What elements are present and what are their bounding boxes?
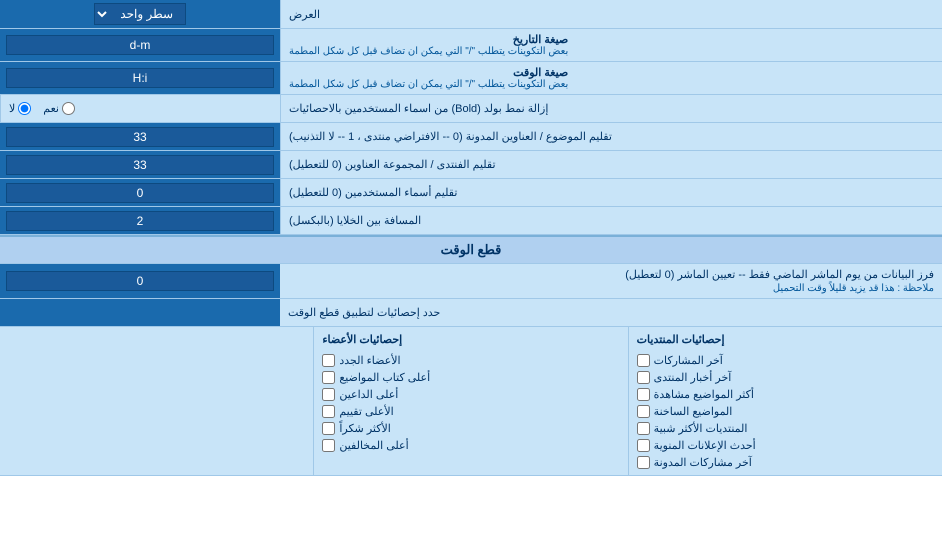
col2-item-4-checkbox[interactable] xyxy=(322,405,335,418)
topics-threads-row: تقليم الموضوع / العناوين المدونة (0 -- ا… xyxy=(0,123,942,151)
time-format-label-line2: بعض التكوينات يتطلب "/" التي يمكن ان تضا… xyxy=(289,79,568,90)
col2-member-stats: إحصائيات الأعضاء الأعضاء الجدد أعلى كتاب… xyxy=(313,327,627,475)
bold-remove-options: نعم لا xyxy=(0,95,280,122)
checkboxes-container: إحصائيات المنتديات آخر المشاركات آخر أخب… xyxy=(0,327,942,476)
bold-remove-yes-text: نعم xyxy=(43,102,59,115)
forum-group-label: تقليم الفنتدى / المجموعة العناوين (0 للت… xyxy=(280,151,942,178)
bold-remove-no-radio[interactable] xyxy=(18,102,31,115)
cutoff-days-label-line2: ملاحظة : هذا قد يزيد قليلاً وقت التحميل xyxy=(773,283,934,294)
bold-remove-label: إزالة نمط بولد (Bold) من اسماء المستخدمي… xyxy=(280,95,942,122)
date-format-label: صيغة التاريخ بعض التكوينات يتطلب "/" الت… xyxy=(280,29,942,61)
col2-item-5: الأكثر شكراً xyxy=(322,420,619,437)
date-format-label-line1: صيغة التاريخ xyxy=(289,33,568,46)
col1-item-3-label: أكثر المواضيع مشاهدة xyxy=(654,388,754,401)
bold-remove-no-text: لا xyxy=(9,102,15,115)
cutoff-days-input-cell: 0 xyxy=(0,264,280,298)
col1-item-3: أكثر المواضيع مشاهدة xyxy=(637,386,934,403)
col1-item-7: آخر مشاركات المدونة xyxy=(637,454,934,471)
col2-item-3-checkbox[interactable] xyxy=(322,388,335,401)
col2-item-1-checkbox[interactable] xyxy=(322,354,335,367)
display-select-cell: سطر واحد سطرين ثلاثة أسطر xyxy=(0,0,280,28)
col2-item-6-label: أعلى المخالفين xyxy=(339,439,408,452)
col1-item-6-label: أحدث الإعلانات المنوية xyxy=(654,439,756,452)
col1-item-6-checkbox[interactable] xyxy=(637,439,650,452)
col2-item-5-checkbox[interactable] xyxy=(322,422,335,435)
display-label: العرض xyxy=(280,0,942,28)
stats-limit-label: حدد إحصائيات لتطبيق قطع الوقت xyxy=(280,299,942,326)
col1-item-1-label: آخر المشاركات xyxy=(654,354,723,367)
col1-item-5: المنتديات الأكثر شبية xyxy=(637,420,934,437)
time-format-label: صيغة الوقت بعض التكوينات يتطلب "/" التي … xyxy=(280,62,942,94)
col2-item-1-label: الأعضاء الجدد xyxy=(339,354,400,367)
cutoff-days-label: فرز البيانات من يوم الماشر الماضي فقط --… xyxy=(280,264,942,298)
col1-item-5-label: المنتديات الأكثر شبية xyxy=(654,422,748,435)
col1-item-4: المواضيع الساخنة xyxy=(637,403,934,420)
col2-item-3-label: أعلى الداعين xyxy=(339,388,398,401)
stats-limit-right xyxy=(0,299,280,326)
col1-forum-stats: إحصائيات المنتديات آخر المشاركات آخر أخب… xyxy=(628,327,942,475)
col1-item-7-label: آخر مشاركات المدونة xyxy=(654,456,752,469)
user-names-label: تقليم أسماء المستخدمين (0 للتعطيل) xyxy=(280,179,942,206)
col2-header: إحصائيات الأعضاء xyxy=(322,331,619,348)
time-format-label-line1: صيغة الوقت xyxy=(289,66,568,79)
col1-item-1-checkbox[interactable] xyxy=(637,354,650,367)
col2-item-4: الأعلى تقييم xyxy=(322,403,619,420)
col2-item-1: الأعضاء الجدد xyxy=(322,352,619,369)
bold-remove-row: إزالة نمط بولد (Bold) من اسماء المستخدمي… xyxy=(0,95,942,123)
cutoff-days-label-line1: فرز البيانات من يوم الماشر الماضي فقط --… xyxy=(625,268,934,281)
user-names-input-cell: 0 xyxy=(0,179,280,206)
user-names-input[interactable]: 0 xyxy=(6,183,274,203)
bold-remove-yes-label[interactable]: نعم xyxy=(43,102,75,115)
bold-remove-no-label[interactable]: لا xyxy=(9,102,31,115)
col2-item-6-checkbox[interactable] xyxy=(322,439,335,452)
time-format-input-cell: H:i xyxy=(0,62,280,94)
col2-item-2: أعلى كتاب المواضيع xyxy=(322,369,619,386)
col2-item-2-checkbox[interactable] xyxy=(322,371,335,384)
date-format-input[interactable]: d-m xyxy=(6,35,274,55)
col2-item-2-label: أعلى كتاب المواضيع xyxy=(339,371,430,384)
cutoff-section-header: قطع الوقت xyxy=(0,235,942,264)
cutoff-days-input[interactable]: 0 xyxy=(6,271,274,291)
date-format-label-line2: بعض التكوينات يتطلب "/" التي يمكن ان تضا… xyxy=(289,46,568,57)
topics-threads-input-cell: 33 xyxy=(0,123,280,150)
stats-limit-row: حدد إحصائيات لتطبيق قطع الوقت xyxy=(0,299,942,327)
col1-item-1: آخر المشاركات xyxy=(637,352,934,369)
col1-item-6: أحدث الإعلانات المنوية xyxy=(637,437,934,454)
date-format-row: صيغة التاريخ بعض التكوينات يتطلب "/" الت… xyxy=(0,29,942,62)
time-format-input[interactable]: H:i xyxy=(6,68,274,88)
col1-item-7-checkbox[interactable] xyxy=(637,456,650,469)
col1-item-2-checkbox[interactable] xyxy=(637,371,650,384)
user-names-row: تقليم أسماء المستخدمين (0 للتعطيل) 0 xyxy=(0,179,942,207)
col1-item-5-checkbox[interactable] xyxy=(637,422,650,435)
display-row: العرض سطر واحد سطرين ثلاثة أسطر xyxy=(0,0,942,29)
bold-remove-yes-radio[interactable] xyxy=(62,102,75,115)
cell-spacing-input-cell: 2 xyxy=(0,207,280,234)
col2-item-5-label: الأكثر شكراً xyxy=(339,422,390,435)
col1-item-3-checkbox[interactable] xyxy=(637,388,650,401)
date-format-input-cell: d-m xyxy=(0,29,280,61)
col2-item-6: أعلى المخالفين xyxy=(322,437,619,454)
forum-group-input-cell: 33 xyxy=(0,151,280,178)
forum-group-row: تقليم الفنتدى / المجموعة العناوين (0 للت… xyxy=(0,151,942,179)
cell-spacing-input[interactable]: 2 xyxy=(6,211,274,231)
cutoff-days-row: فرز البيانات من يوم الماشر الماضي فقط --… xyxy=(0,264,942,299)
col1-item-4-checkbox[interactable] xyxy=(637,405,650,418)
time-format-row: صيغة الوقت بعض التكوينات يتطلب "/" التي … xyxy=(0,62,942,95)
forum-group-input[interactable]: 33 xyxy=(6,155,274,175)
col3-empty xyxy=(0,327,313,475)
col1-header: إحصائيات المنتديات xyxy=(637,331,934,348)
col2-item-4-label: الأعلى تقييم xyxy=(339,405,393,418)
col2-item-3: أعلى الداعين xyxy=(322,386,619,403)
col1-item-2-label: آخر أخبار المنتدى xyxy=(654,371,732,384)
topics-threads-label: تقليم الموضوع / العناوين المدونة (0 -- ا… xyxy=(280,123,942,150)
col1-item-4-label: المواضيع الساخنة xyxy=(654,405,733,418)
cell-spacing-label: المسافة بين الخلايا (بالبكسل) xyxy=(280,207,942,234)
col1-item-2: آخر أخبار المنتدى xyxy=(637,369,934,386)
cell-spacing-row: المسافة بين الخلايا (بالبكسل) 2 xyxy=(0,207,942,235)
display-select[interactable]: سطر واحد سطرين ثلاثة أسطر xyxy=(94,3,186,25)
topics-threads-input[interactable]: 33 xyxy=(6,127,274,147)
